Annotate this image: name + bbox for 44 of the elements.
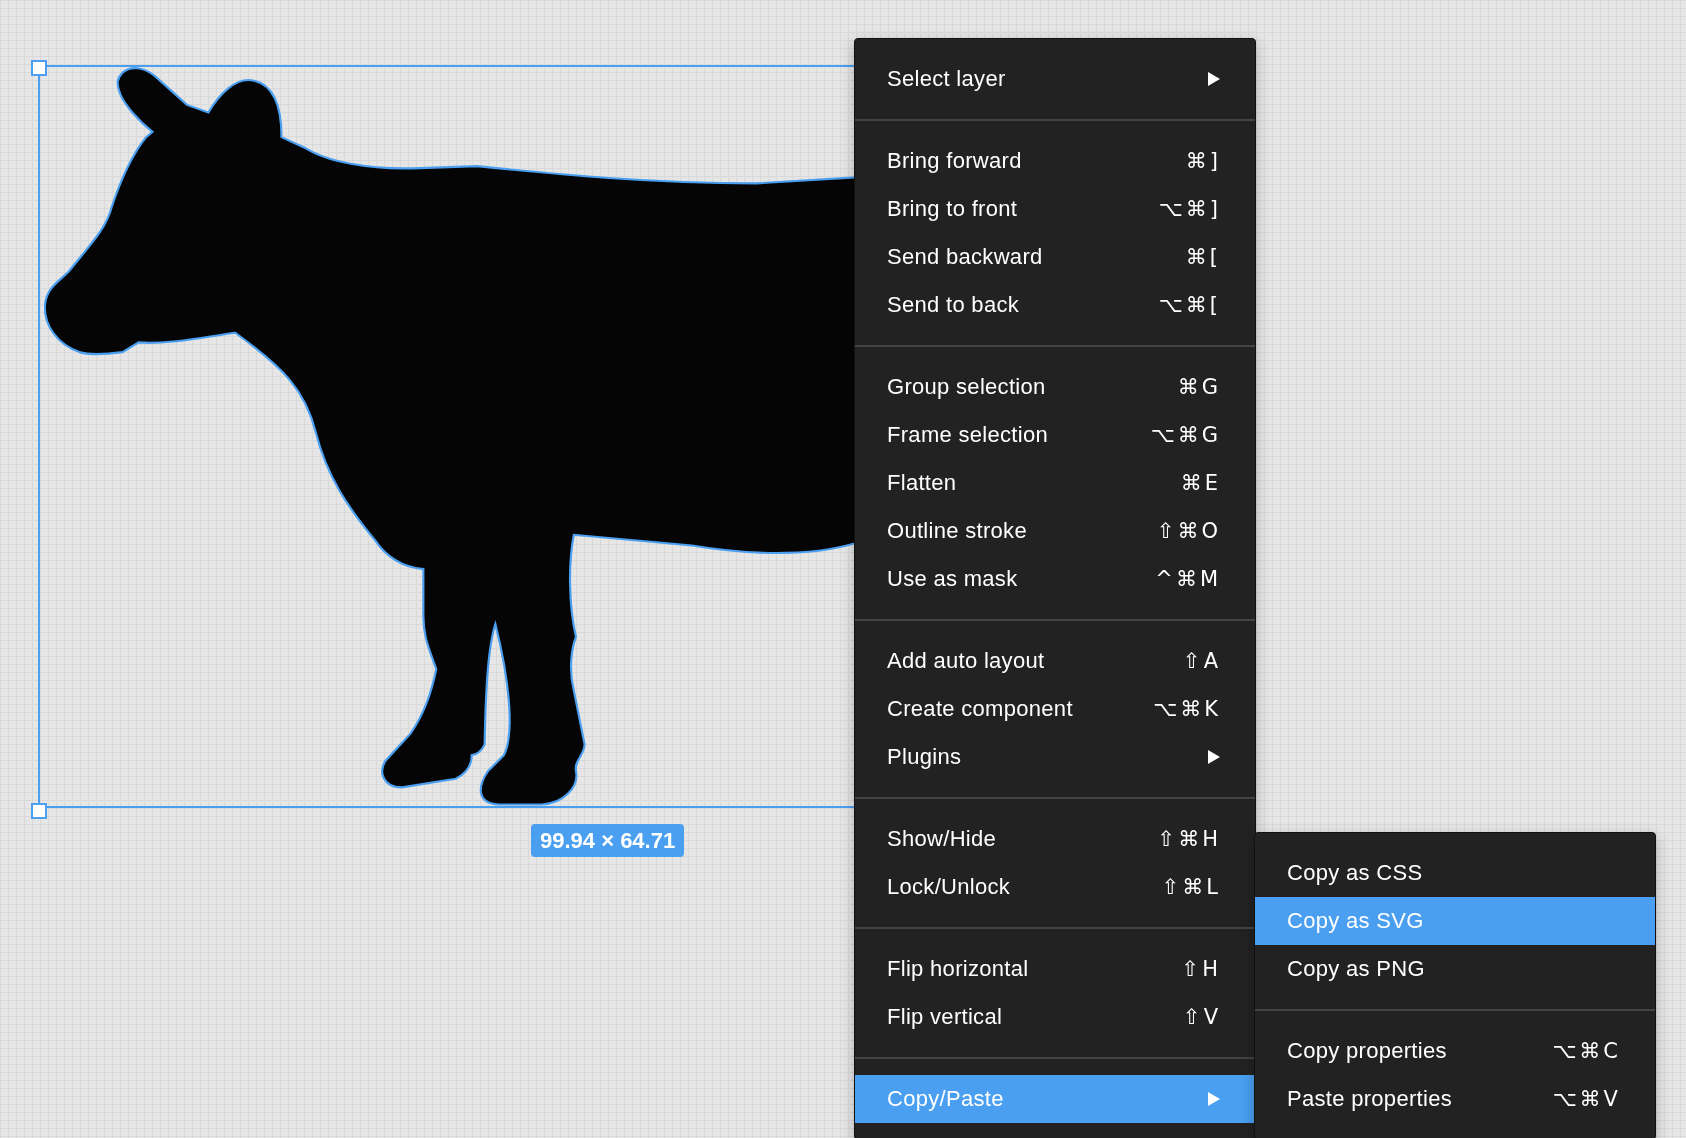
shortcut-label: ⌥⌘[ xyxy=(1158,293,1221,317)
shortcut-label: ⌥⌘G xyxy=(1150,423,1221,447)
menu-item[interactable]: Bring to front ⌥⌘] xyxy=(855,185,1255,233)
shortcut-label: ⇧⌘L xyxy=(1161,875,1221,899)
menu-item[interactable]: Send to back ⌥⌘[ xyxy=(855,281,1255,329)
shortcut-label: ⇧A xyxy=(1183,649,1221,673)
submenu-arrow-icon xyxy=(1207,1091,1221,1107)
shortcut-label: ⇧H xyxy=(1181,957,1221,981)
menu-item[interactable]: Flatten ⌘E xyxy=(855,459,1255,507)
submenu-arrow-icon xyxy=(1207,749,1221,765)
shortcut-label: ⌘G xyxy=(1177,375,1221,399)
shortcut-label: ⌥⌘K xyxy=(1153,697,1221,721)
menu-item[interactable]: Paste properties ⌥⌘V xyxy=(1255,1075,1655,1123)
shortcut-label: ⌘[ xyxy=(1185,245,1221,269)
menu-item[interactable]: Copy as PNG xyxy=(1255,945,1655,993)
shortcut-label: ^⌘M xyxy=(1155,567,1221,591)
menu-item[interactable]: Lock/Unlock ⇧⌘L xyxy=(855,863,1255,911)
submenu-arrow-icon xyxy=(1207,71,1221,87)
menu-item[interactable]: Copy as CSS xyxy=(1255,849,1655,897)
menu-item[interactable]: Group selection ⌘G xyxy=(855,363,1255,411)
shortcut-label: ⇧V xyxy=(1183,1005,1221,1029)
menu-item[interactable]: Send backward ⌘[ xyxy=(855,233,1255,281)
menu-item[interactable]: Add auto layout ⇧A xyxy=(855,637,1255,685)
menu-item[interactable]: Use as mask ^⌘M xyxy=(855,555,1255,603)
menu-item[interactable]: Outline stroke ⇧⌘O xyxy=(855,507,1255,555)
shortcut-label: ⌥⌘V xyxy=(1552,1087,1621,1111)
shortcut-label: ⇧⌘O xyxy=(1156,519,1221,543)
shortcut-label: ⌘E xyxy=(1180,471,1221,495)
menu-item[interactable]: Copy properties ⌥⌘C xyxy=(1255,1027,1655,1075)
menu-item[interactable]: Show/Hide ⇧⌘H xyxy=(855,815,1255,863)
shortcut-label: ⌥⌘] xyxy=(1158,197,1221,221)
menu-item[interactable]: Create component ⌥⌘K xyxy=(855,685,1255,733)
menu-item[interactable]: Flip vertical ⇧V xyxy=(855,993,1255,1041)
menu-item[interactable]: Flip horizontal ⇧H xyxy=(855,945,1255,993)
menu-item[interactable]: Select layer xyxy=(855,55,1255,103)
resize-handle[interactable] xyxy=(31,60,47,76)
menu-item[interactable]: Frame selection ⌥⌘G xyxy=(855,411,1255,459)
menu-item[interactable]: Plugins xyxy=(855,733,1255,781)
menu-item[interactable]: Bring forward ⌘] xyxy=(855,137,1255,185)
shortcut-label: ⇧⌘H xyxy=(1157,827,1221,851)
shortcut-label: ⌥⌘C xyxy=(1552,1039,1621,1063)
size-label: 99.94 × 64.71 xyxy=(531,824,685,857)
resize-handle[interactable] xyxy=(31,803,47,819)
shortcut-label: ⌘] xyxy=(1185,149,1221,173)
